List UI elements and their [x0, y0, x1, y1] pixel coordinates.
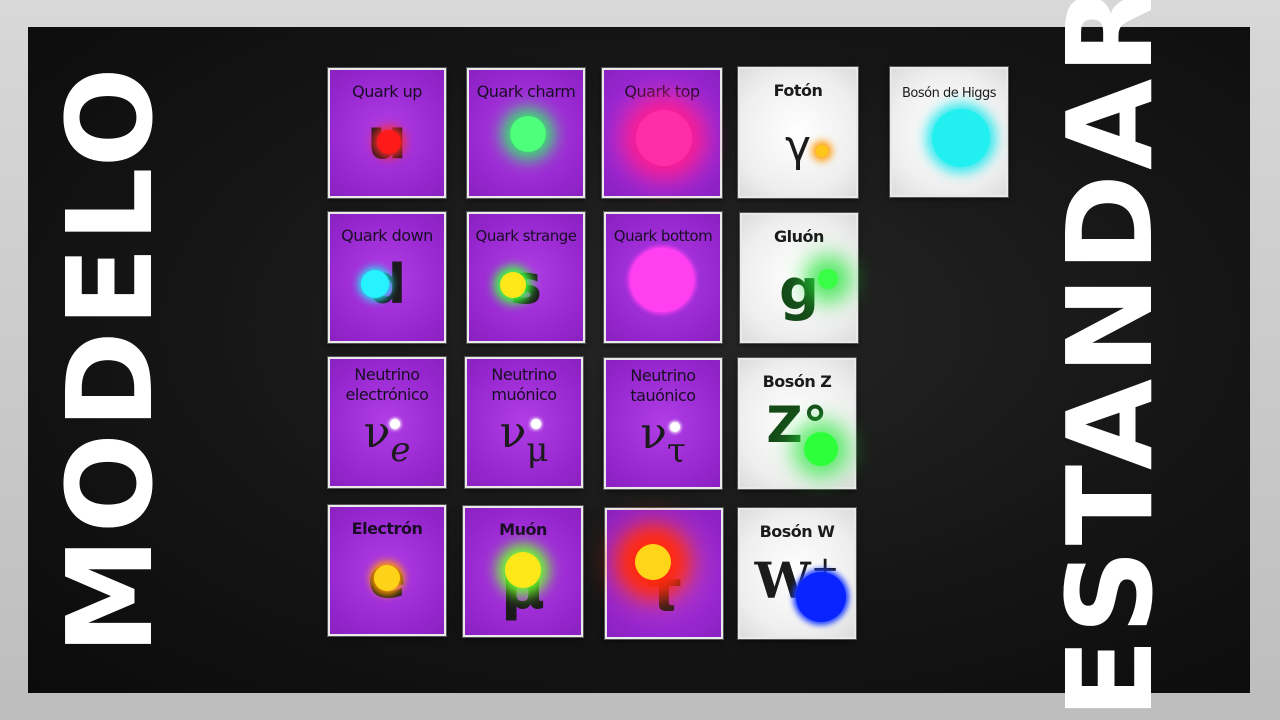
yellow-green-glow: [505, 552, 541, 588]
card-label: Neutrino muónico: [491, 365, 557, 404]
card-neutrino-tauonico: Neutrino tauónico ντ: [604, 358, 722, 489]
nu-symbol: ν: [499, 407, 527, 458]
title-modelo: MODELO: [41, 63, 179, 655]
card-boson-z: Bosón Z Z°: [738, 358, 856, 489]
card-label: Bosón W: [759, 522, 835, 541]
card-quark-bottom: Quark bottom: [604, 212, 722, 343]
card-label: Muón: [499, 520, 547, 539]
magenta-glow: [630, 248, 694, 312]
card-boson-higgs: Bosón de Higgs: [890, 67, 1008, 197]
yellow-green-glow: [500, 272, 526, 298]
subscript: τ: [666, 431, 686, 471]
card-quark-top: Quark top: [602, 68, 722, 198]
card-symbol: ντ: [606, 412, 720, 471]
card-neutrino-electronico: Neutrino electrónico νe: [328, 357, 446, 488]
nu-symbol: ν: [363, 407, 391, 458]
green-glow: [510, 116, 546, 152]
card-symbol: s: [509, 253, 543, 316]
card-label: Quark bottom: [613, 227, 713, 245]
pink-glow: [636, 110, 692, 166]
card-quark-strange: Quark strange s: [467, 212, 585, 343]
card-label: Bosón Z: [762, 372, 832, 391]
card-label: Quark top: [624, 82, 700, 101]
white-glow: [531, 419, 541, 429]
subscript: e: [390, 430, 411, 470]
card-label: Neutrino tauónico: [630, 366, 696, 405]
card-label: Gluón: [774, 227, 824, 246]
title-estandar: ESTANDAR: [1041, 0, 1179, 719]
card-label: Neutrino electrónico: [345, 365, 429, 404]
blue-glow: [796, 572, 846, 622]
card-label: Quark strange: [475, 227, 577, 245]
card-neutrino-muonico: Neutrino muónico νμ: [465, 357, 583, 488]
card-symbol: g: [778, 258, 820, 323]
green-glow: [818, 269, 838, 289]
green-glow: [804, 432, 838, 466]
card-label: Electrón: [351, 519, 423, 538]
nu-symbol: ν: [640, 408, 667, 459]
card-symbol: γ: [784, 121, 812, 172]
card-quark-charm: Quark charm: [467, 68, 585, 198]
card-label: Quark down: [341, 226, 433, 245]
card-label: Quark up: [352, 82, 422, 101]
card-quark-down: Quark down d: [328, 212, 446, 343]
card-label: Fotón: [773, 81, 823, 100]
card-electron: Electrón e: [328, 505, 446, 636]
orange-glow: [816, 145, 828, 157]
card-label: Bosón de Higgs: [901, 86, 997, 101]
card-label: Quark charm: [476, 82, 576, 101]
orange-red-glow: [635, 544, 671, 580]
card-foton: Fotón γ: [738, 67, 858, 198]
card-symbol: νe: [330, 411, 444, 470]
white-glow: [390, 419, 400, 429]
card-tau: τ: [605, 508, 723, 639]
cyan-glow: [932, 109, 990, 167]
cyan-glow: [361, 270, 389, 298]
card-muon: Muón μ: [463, 506, 583, 637]
yellow-glow: [374, 565, 400, 591]
card-quark-up: Quark up u: [328, 68, 446, 198]
card-gluon: Gluón g: [740, 213, 858, 343]
red-glow: [377, 130, 401, 154]
subscript: μ: [526, 430, 549, 470]
card-boson-w: Bosón W W+: [738, 508, 856, 639]
card-symbol: νμ: [467, 411, 581, 470]
white-glow: [670, 422, 680, 432]
